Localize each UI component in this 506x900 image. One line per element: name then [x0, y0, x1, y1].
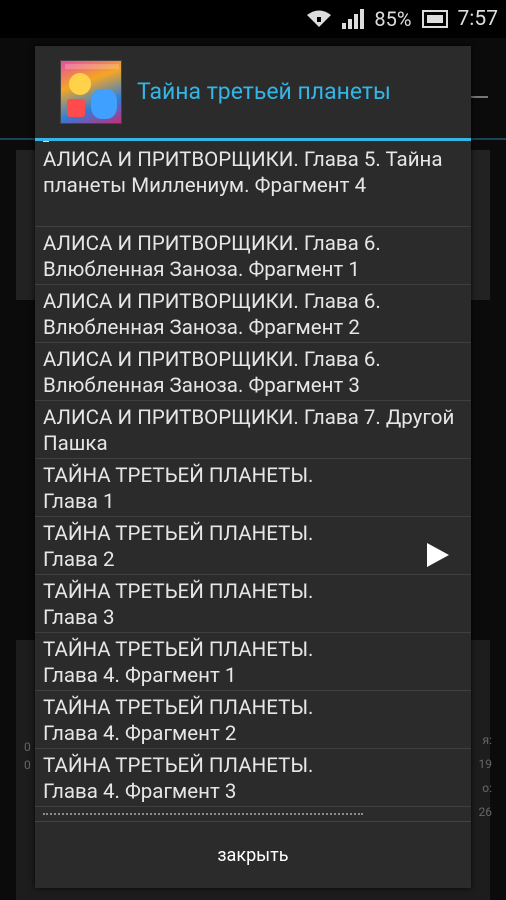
list-item-label: ТАЙНА ТРЕТЬЕЙ ПЛАНЕТЫ. Глава 1	[43, 464, 314, 514]
list-item[interactable]: ТАЙНА ТРЕТЬЕЙ ПЛАНЕТЫ. Глава 4. Фрагмент…	[35, 749, 471, 807]
list-item[interactable]: ТАЙНА ТРЕТЬЕЙ ПЛАНЕТЫ. Глава 4. Фрагмент…	[35, 633, 471, 691]
list-item-label: ТАЙНА ТРЕТЬЕЙ ПЛАНЕТЫ. Глава 4. Фрагмент…	[43, 638, 314, 688]
dialog-header: Тайна третьей планеты	[35, 46, 471, 140]
list-item[interactable]: ТАЙНА ТРЕТЬЕЙ ПЛАНЕТЫ. Глава 3	[35, 575, 471, 633]
list-item[interactable]: ТАЙНА ТРЕТЬЕЙ ПЛАНЕТЫ. Глава 1	[35, 459, 471, 517]
list-item-label: АЛИСА И ПРИТВОРЩИКИ. Глава 6. Влюбленная…	[43, 290, 381, 340]
chapter-list[interactable]: АЛИСА И ПРИТВОРЩИКИ. Глава 5. Тайна план…	[35, 141, 471, 821]
list-item-label: АЛИСА И ПРИТВОРЩИКИ. Глава 5. Тайна план…	[43, 148, 443, 198]
list-item[interactable]: ТАЙНА ТРЕТЬЕЙ ПЛАНЕТЫ. Глава 4. Фрагмент…	[35, 691, 471, 749]
book-cover-image	[60, 60, 122, 124]
signal-icon	[342, 9, 365, 29]
background-right-text: я: 19 о: 26	[478, 733, 493, 819]
list-item[interactable]: АЛИСА И ПРИТВОРЩИКИ. Глава 6. Влюбленная…	[35, 227, 471, 285]
background-left-text: 00	[24, 740, 31, 772]
list-item-label: ТАЙНА ТРЕТЬЕЙ ПЛАНЕТЫ. Глава 2	[43, 522, 314, 572]
list-item[interactable]: АЛИСА И ПРИТВОРЩИКИ. Глава 6. Влюбленная…	[35, 343, 471, 401]
list-item-label: ТАЙНА ТРЕТЬЕЙ ПЛАНЕТЫ. Глава 4. Фрагмент…	[43, 754, 314, 804]
list-item-label: АЛИСА И ПРИТВОРЩИКИ. Глава 7. Другой Паш…	[43, 406, 455, 456]
clock: 7:57	[457, 7, 499, 31]
play-icon	[427, 543, 449, 567]
wifi-icon	[306, 9, 332, 29]
battery-percent: 85%	[374, 7, 412, 31]
list-item-label: АЛИСА И ПРИТВОРЩИКИ. Глава 6. Влюбленная…	[43, 232, 381, 282]
list-item-label: ТАЙНА ТРЕТЬЕЙ ПЛАНЕТЫ. Глава 3	[43, 580, 314, 630]
list-item[interactable]: АЛИСА И ПРИТВОРЩИКИ. Глава 7. Другой Паш…	[35, 401, 471, 459]
partial-list-item	[43, 141, 49, 142]
dialog-title: Тайна третьей планеты	[137, 78, 391, 105]
close-button[interactable]: закрыть	[35, 822, 471, 888]
chapter-dialog: Тайна третьей планеты АЛИСА И ПРИТВОРЩИК…	[35, 46, 471, 888]
list-item[interactable]: АЛИСА И ПРИТВОРЩИКИ. Глава 6. Влюбленная…	[35, 285, 471, 343]
status-bar: 85% 7:57	[0, 0, 506, 38]
partial-list-item	[43, 813, 363, 820]
list-item-label: АЛИСА И ПРИТВОРЩИКИ. Глава 6. Влюбленная…	[43, 348, 381, 398]
list-item-label: ТАЙНА ТРЕТЬЕЙ ПЛАНЕТЫ. Глава 4. Фрагмент…	[43, 696, 314, 746]
list-item-now-playing[interactable]: ТАЙНА ТРЕТЬЕЙ ПЛАНЕТЫ. Глава 2	[35, 517, 471, 575]
battery-icon	[421, 10, 448, 28]
list-item[interactable]: АЛИСА И ПРИТВОРЩИКИ. Глава 5. Тайна план…	[35, 143, 471, 227]
overflow-menu-icon	[468, 96, 488, 98]
